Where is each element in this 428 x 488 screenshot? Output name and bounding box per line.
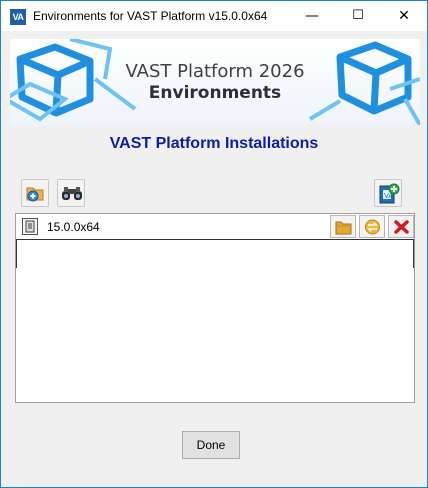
open-folder-icon	[335, 221, 352, 235]
done-button[interactable]: Done	[182, 431, 240, 459]
installation-file-icon	[22, 218, 38, 235]
open-folder-button[interactable]	[330, 215, 356, 238]
banner-title: Environments	[148, 83, 282, 103]
installation-row[interactable]: 15.0.0x64	[16, 214, 414, 240]
minimize-button[interactable]: —	[289, 1, 335, 31]
list-divider-right	[413, 240, 414, 268]
title-bar[interactable]: VA Environments for VAST Platform v15.0.…	[1, 1, 427, 31]
installations-list: 15.0.0x64	[15, 213, 415, 403]
find-installations-button[interactable]	[57, 179, 85, 207]
environments-window: VA Environments for VAST Platform v15.0.…	[0, 0, 428, 488]
switch-installation-button[interactable]	[359, 215, 385, 238]
delete-icon	[394, 220, 409, 234]
banner-product-name: VAST Platform 2026	[125, 61, 305, 82]
banner-cubes-graphic	[10, 39, 420, 125]
vast-app-icon: VA	[10, 9, 26, 25]
new-environment-icon: VA	[379, 183, 400, 204]
delete-installation-button[interactable]	[388, 215, 414, 238]
new-environment-button[interactable]: VA	[374, 179, 402, 207]
maximize-button[interactable]: ☐	[335, 1, 381, 31]
switch-icon	[365, 219, 380, 235]
installation-name: 15.0.0x64	[47, 220, 100, 234]
close-button[interactable]: ✕	[381, 1, 427, 31]
installations-heading: VAST Platform Installations	[109, 135, 319, 152]
binoculars-icon	[62, 187, 82, 200]
window-title: Environments for VAST Platform v15.0.0x6…	[33, 9, 268, 23]
list-divider-left	[16, 240, 17, 268]
add-installation-button[interactable]	[21, 179, 49, 207]
banner: VAST Platform 2026 Environments	[10, 39, 420, 125]
add-folder-icon	[26, 187, 44, 202]
